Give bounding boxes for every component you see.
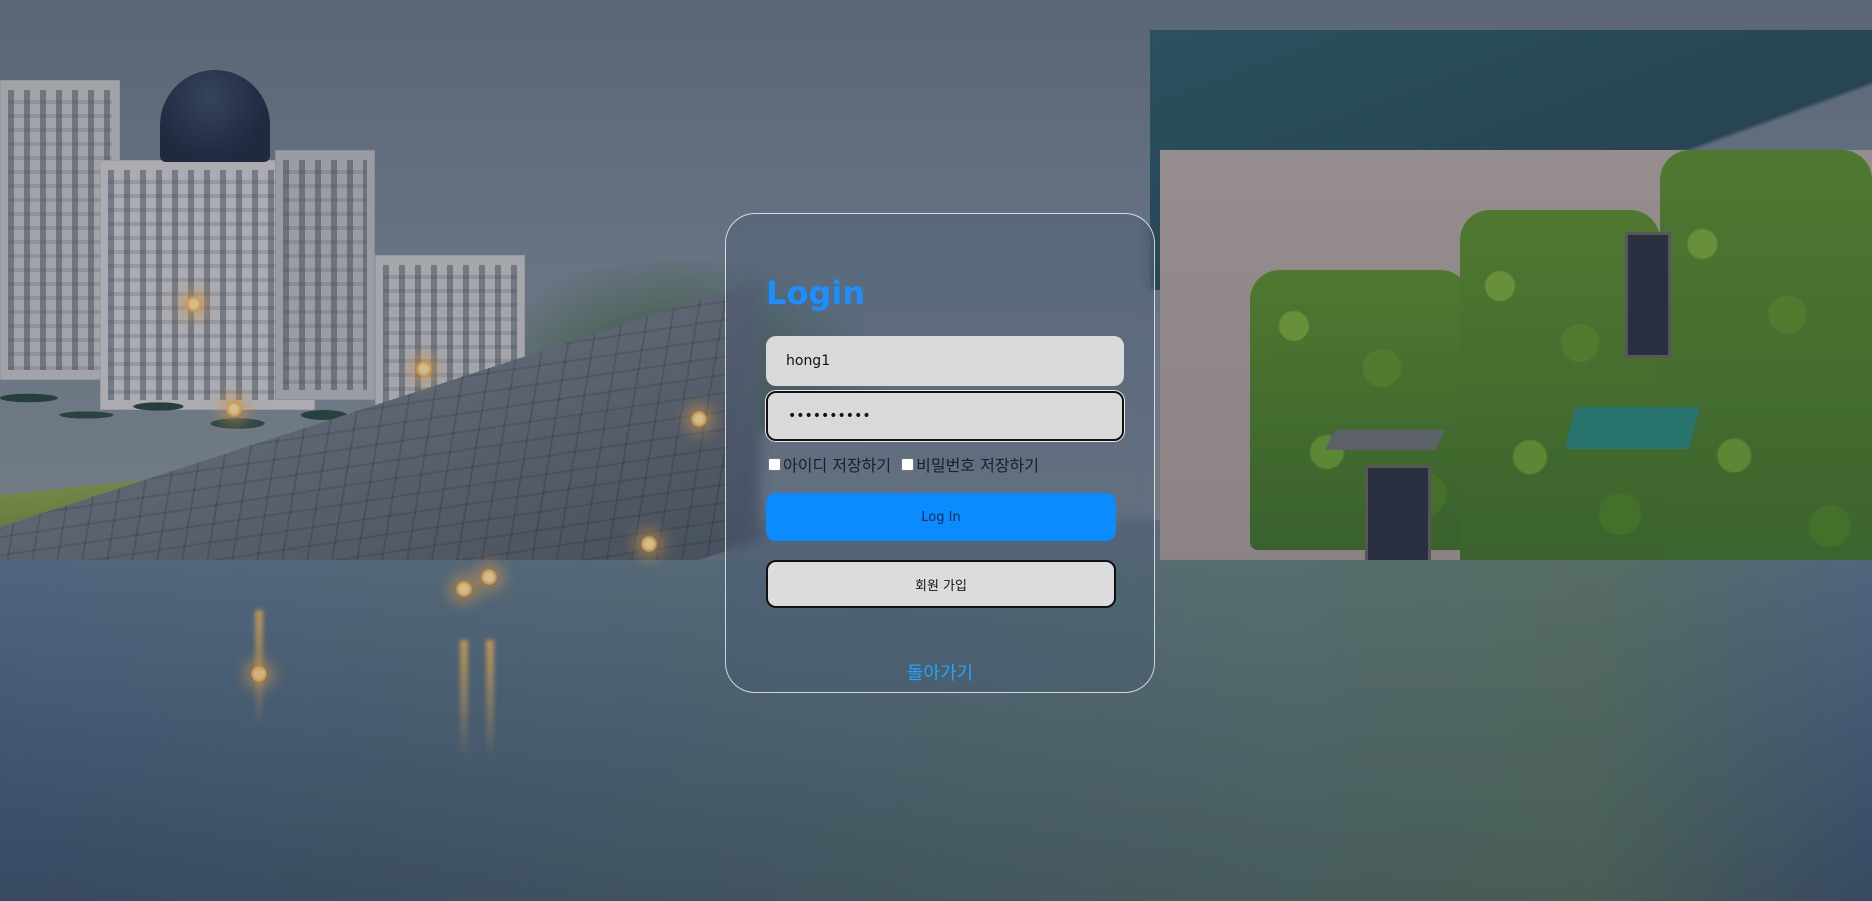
remember-id-checkbox[interactable]	[768, 457, 781, 471]
login-button[interactable]: Log In	[766, 493, 1116, 541]
login-card: Login 아이디 저장하기 비밀번호 저장하기 Log In 회원 가입 돌아…	[725, 213, 1155, 693]
signup-button[interactable]: 회원 가입	[766, 560, 1116, 608]
remember-options: 아이디 저장하기 비밀번호 저장하기	[768, 452, 1039, 476]
remember-password-label: 비밀번호 저장하기	[916, 456, 1039, 475]
remember-password-checkbox[interactable]	[901, 457, 915, 471]
username-input[interactable]	[766, 336, 1124, 386]
back-link[interactable]: 돌아가기	[726, 659, 1154, 685]
remember-id-label: 아이디 저장하기	[783, 456, 892, 475]
login-title: Login	[766, 274, 866, 312]
password-input[interactable]	[766, 391, 1124, 441]
